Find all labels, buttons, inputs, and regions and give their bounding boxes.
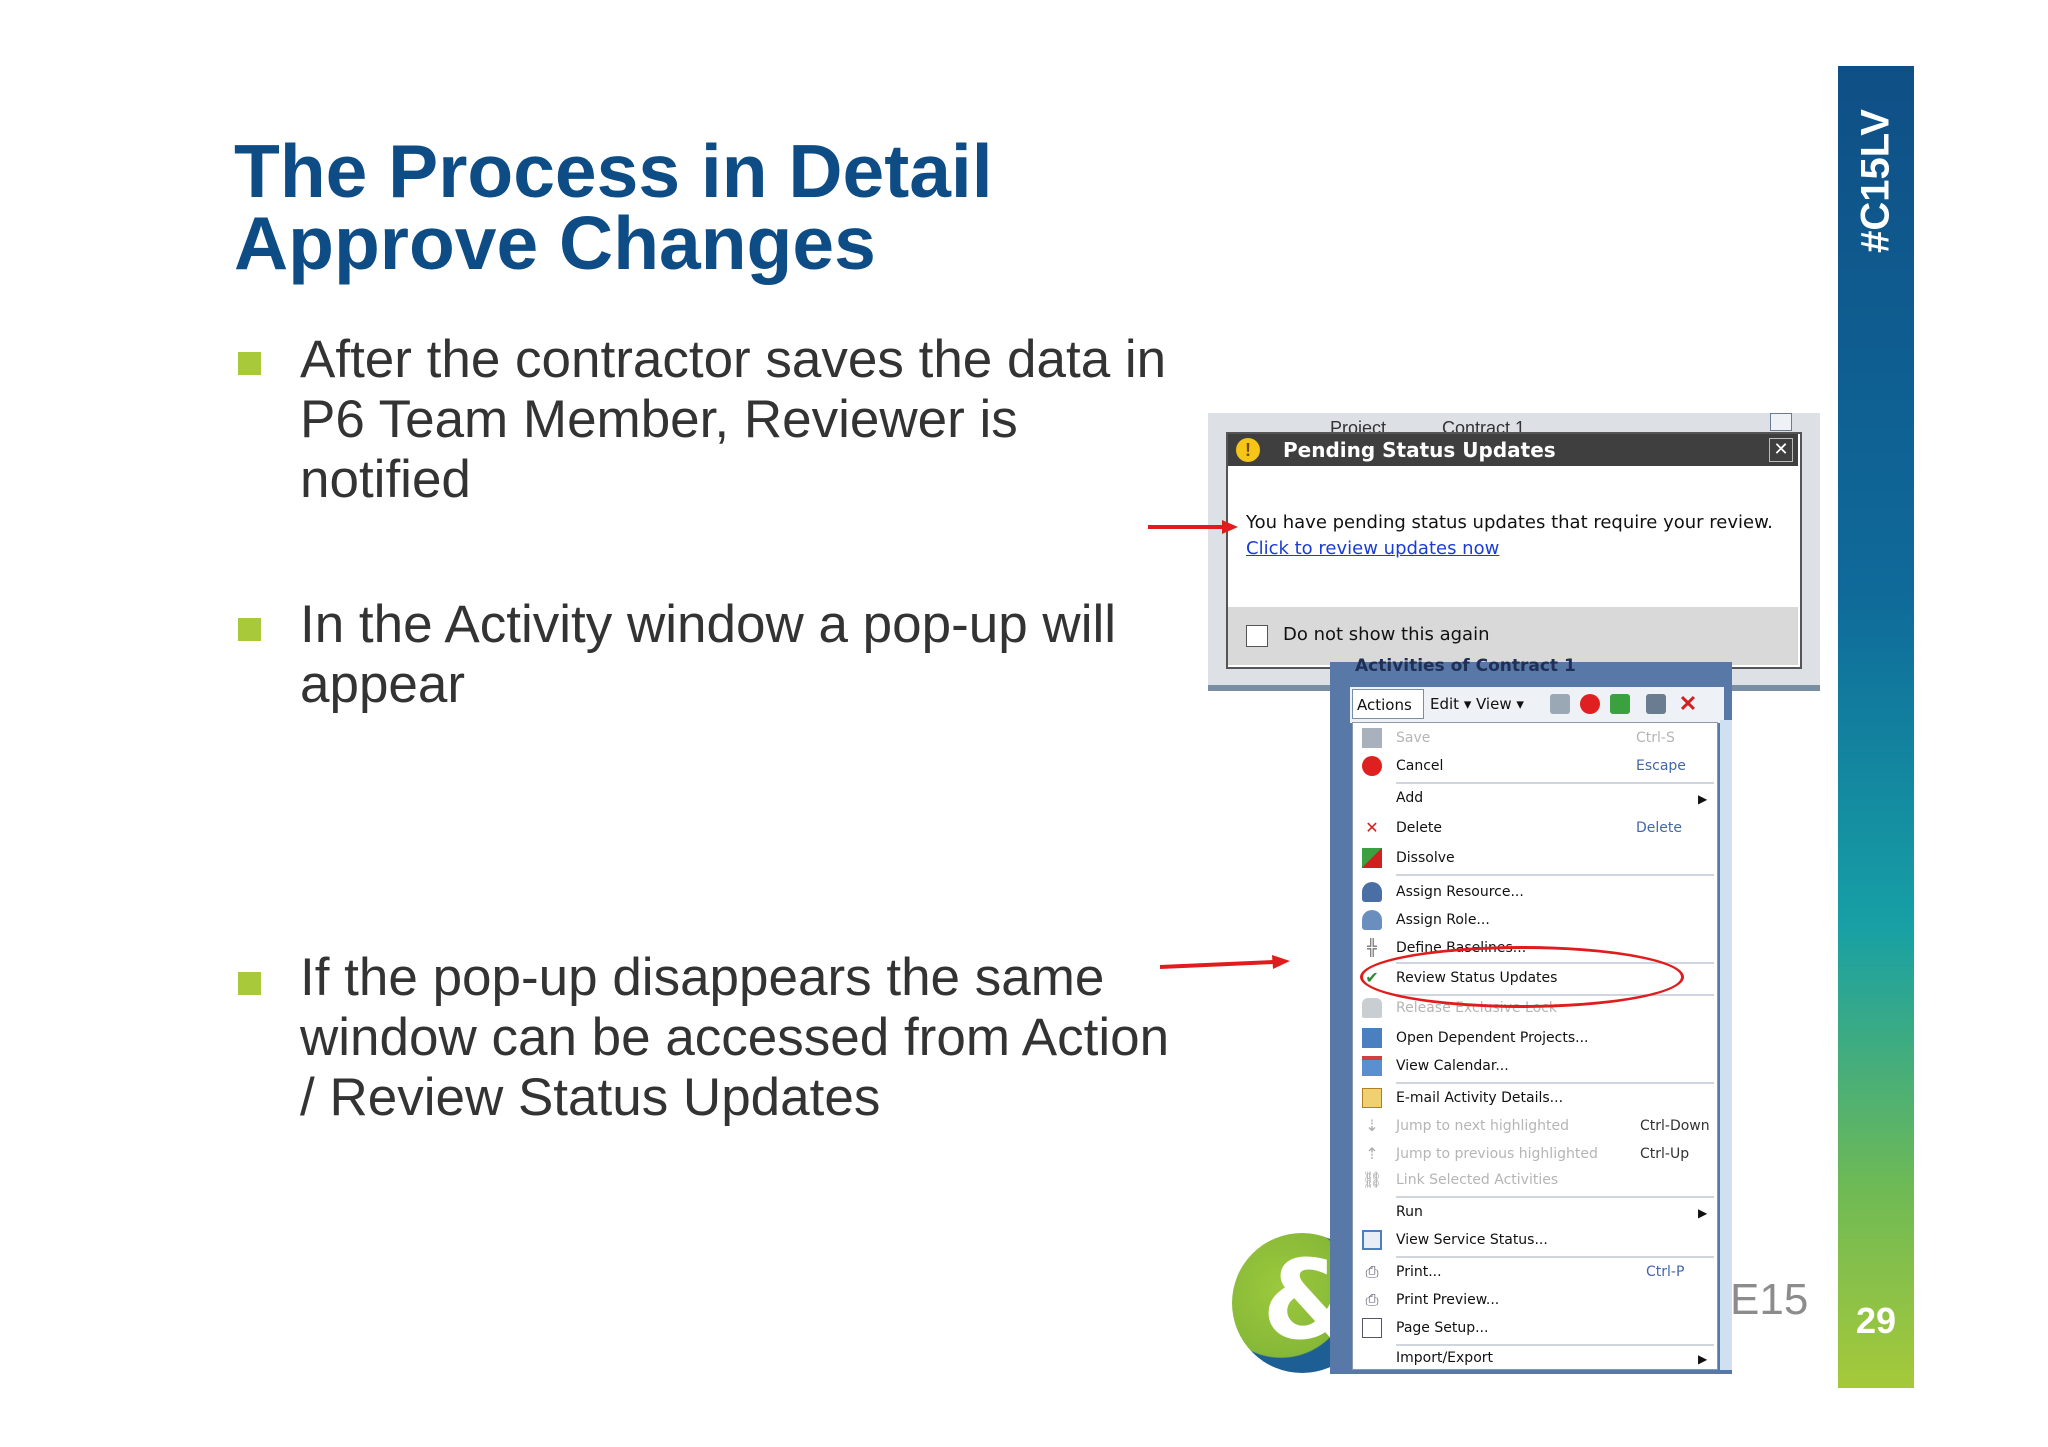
menu-item-run[interactable]: Run — [1396, 1204, 1423, 1220]
edit-menu-button[interactable]: Edit ▾ — [1430, 695, 1471, 713]
menu-item-add[interactable]: Add — [1396, 790, 1423, 806]
menu-item-dissolve[interactable]: Dissolve — [1396, 850, 1455, 866]
submenu-arrow-icon: ▶ — [1698, 792, 1708, 806]
baseline-icon: ╬ — [1367, 938, 1377, 957]
arrow-to-menu-icon — [1160, 955, 1290, 969]
submenu-arrow-icon: ▶ — [1698, 1206, 1708, 1220]
bullet-1-line-1: After the contractor saves the data in — [300, 330, 1167, 389]
service-icon — [1362, 1230, 1382, 1250]
toolbar-add-icon[interactable] — [1610, 694, 1630, 714]
activities-window-title: Activities of Contract 1 — [1355, 656, 1576, 676]
shortcut-delete: Delete — [1636, 820, 1682, 836]
menu-item-print-preview[interactable]: Print Preview... — [1396, 1292, 1499, 1308]
menu-separator — [1396, 1196, 1714, 1198]
menu-item-import-export[interactable]: Import/Export — [1396, 1350, 1493, 1366]
event-tag-text: #C15LV — [1853, 109, 1898, 253]
menu-item-delete[interactable]: Delete — [1396, 820, 1442, 836]
menu-separator — [1396, 1082, 1714, 1084]
close-icon[interactable]: ✕ — [1769, 438, 1793, 462]
menu-item-open-dependent-projects[interactable]: Open Dependent Projects... — [1396, 1030, 1588, 1046]
toolbar-save-icon[interactable] — [1550, 694, 1570, 714]
page-number: 29 — [1855, 1300, 1897, 1341]
role-icon — [1362, 910, 1382, 930]
delete-icon: ✕ — [1365, 818, 1379, 837]
menu-separator — [1396, 1256, 1714, 1258]
dialog-message: You have pending status updates that req… — [1246, 512, 1773, 533]
bullet-2-line-2: appear — [300, 655, 466, 714]
menu-item-email-activity[interactable]: E-mail Activity Details... — [1396, 1090, 1563, 1106]
menu-separator — [1396, 1344, 1714, 1346]
bullet-3-line-1: If the pop-up disappears the same — [300, 948, 1105, 1007]
email-icon — [1362, 1088, 1382, 1108]
title-line-1: The Process in Detail — [234, 129, 993, 213]
projects-icon — [1362, 1028, 1382, 1048]
do-not-show-checkbox[interactable] — [1246, 625, 1268, 647]
bullet-1-line-3: notified — [300, 450, 471, 509]
submenu-arrow-icon: ▶ — [1698, 1352, 1708, 1366]
save-icon — [1362, 728, 1382, 748]
arrow-to-dialog-icon — [1148, 520, 1238, 534]
menu-item-assign-resource[interactable]: Assign Resource... — [1396, 884, 1524, 900]
menu-separator — [1396, 782, 1714, 784]
menu-item-jump-previous[interactable]: Jump to previous highlighted — [1396, 1146, 1598, 1162]
menu-item-assign-role[interactable]: Assign Role... — [1396, 912, 1490, 928]
title-line-2: Approve Changes — [234, 201, 876, 285]
shortcut-save: Ctrl-S — [1636, 730, 1675, 746]
slide-title: The Process in Detail Approve Changes — [234, 129, 993, 285]
jump-prev-icon: ⇡ — [1365, 1144, 1379, 1163]
toolbar-delete-icon[interactable]: ✕ — [1678, 693, 1698, 715]
bullet-2: In the Activity window a pop-up will app… — [300, 595, 1116, 715]
shortcut-jump-previous: Ctrl-Up — [1640, 1146, 1690, 1162]
resource-icon — [1362, 882, 1382, 902]
page-setup-icon — [1362, 1318, 1382, 1338]
collapse-icon[interactable] — [1770, 413, 1792, 431]
shortcut-cancel: Escape — [1636, 758, 1686, 774]
menu-item-link-selected[interactable]: Link Selected Activities — [1396, 1172, 1558, 1188]
highlight-ellipse — [1360, 946, 1684, 1008]
bullet-1: After the contractor saves the data in P… — [300, 330, 1166, 510]
menu-item-save[interactable]: Save — [1396, 730, 1430, 746]
print-icon: ⎙ — [1365, 1262, 1379, 1281]
review-updates-link[interactable]: Click to review updates now — [1246, 538, 1499, 559]
menu-item-page-setup[interactable]: Page Setup... — [1396, 1320, 1488, 1336]
dialog-title: Pending Status Updates — [1283, 438, 1556, 462]
shortcut-jump-next: Ctrl-Down — [1640, 1118, 1710, 1134]
menu-item-cancel[interactable]: Cancel — [1396, 758, 1443, 774]
toolbar-cancel-icon[interactable] — [1580, 694, 1600, 714]
bullet-3-line-2: window can be accessed from Action — [300, 1008, 1170, 1067]
menu-item-jump-next[interactable]: Jump to next highlighted — [1396, 1118, 1569, 1134]
background-grid-strip — [1720, 720, 1732, 1370]
bullet-2-line-1: In the Activity window a pop-up will — [300, 595, 1117, 654]
bullet-1-line-2: P6 Team Member, Reviewer is — [300, 390, 1018, 449]
cancel-icon — [1362, 756, 1382, 776]
menu-item-view-calendar[interactable]: View Calendar... — [1396, 1058, 1509, 1074]
menu-separator — [1396, 874, 1714, 876]
bullet-marker — [238, 618, 261, 641]
toolbar-dissolve-icon[interactable] — [1646, 694, 1666, 714]
menu-item-view-service-status[interactable]: View Service Status... — [1396, 1232, 1548, 1248]
logo-suffix: E15 — [1730, 1275, 1809, 1324]
actions-menu-button[interactable]: Actions ▾ — [1352, 689, 1424, 744]
bullet-marker — [238, 972, 261, 995]
bullet-3-line-3: / Review Status Updates — [300, 1068, 881, 1127]
bullet-3: If the pop-up disappears the same window… — [300, 948, 1169, 1128]
bullet-marker — [238, 352, 261, 375]
jump-next-icon: ⇣ — [1365, 1116, 1379, 1135]
dissolve-icon — [1362, 848, 1382, 868]
shortcut-print: Ctrl-P — [1646, 1264, 1685, 1280]
event-tag: #C15LV — [1838, 66, 1914, 296]
print-preview-icon: ⎙ — [1365, 1290, 1379, 1309]
menu-item-print[interactable]: Print... — [1396, 1264, 1442, 1280]
warning-icon: ! — [1236, 438, 1260, 462]
link-icon: ⛓ — [1362, 1170, 1383, 1189]
do-not-show-label: Do not show this again — [1283, 624, 1490, 645]
view-menu-button[interactable]: View ▾ — [1476, 695, 1524, 713]
lock-icon — [1362, 998, 1382, 1018]
calendar-icon — [1362, 1056, 1382, 1076]
